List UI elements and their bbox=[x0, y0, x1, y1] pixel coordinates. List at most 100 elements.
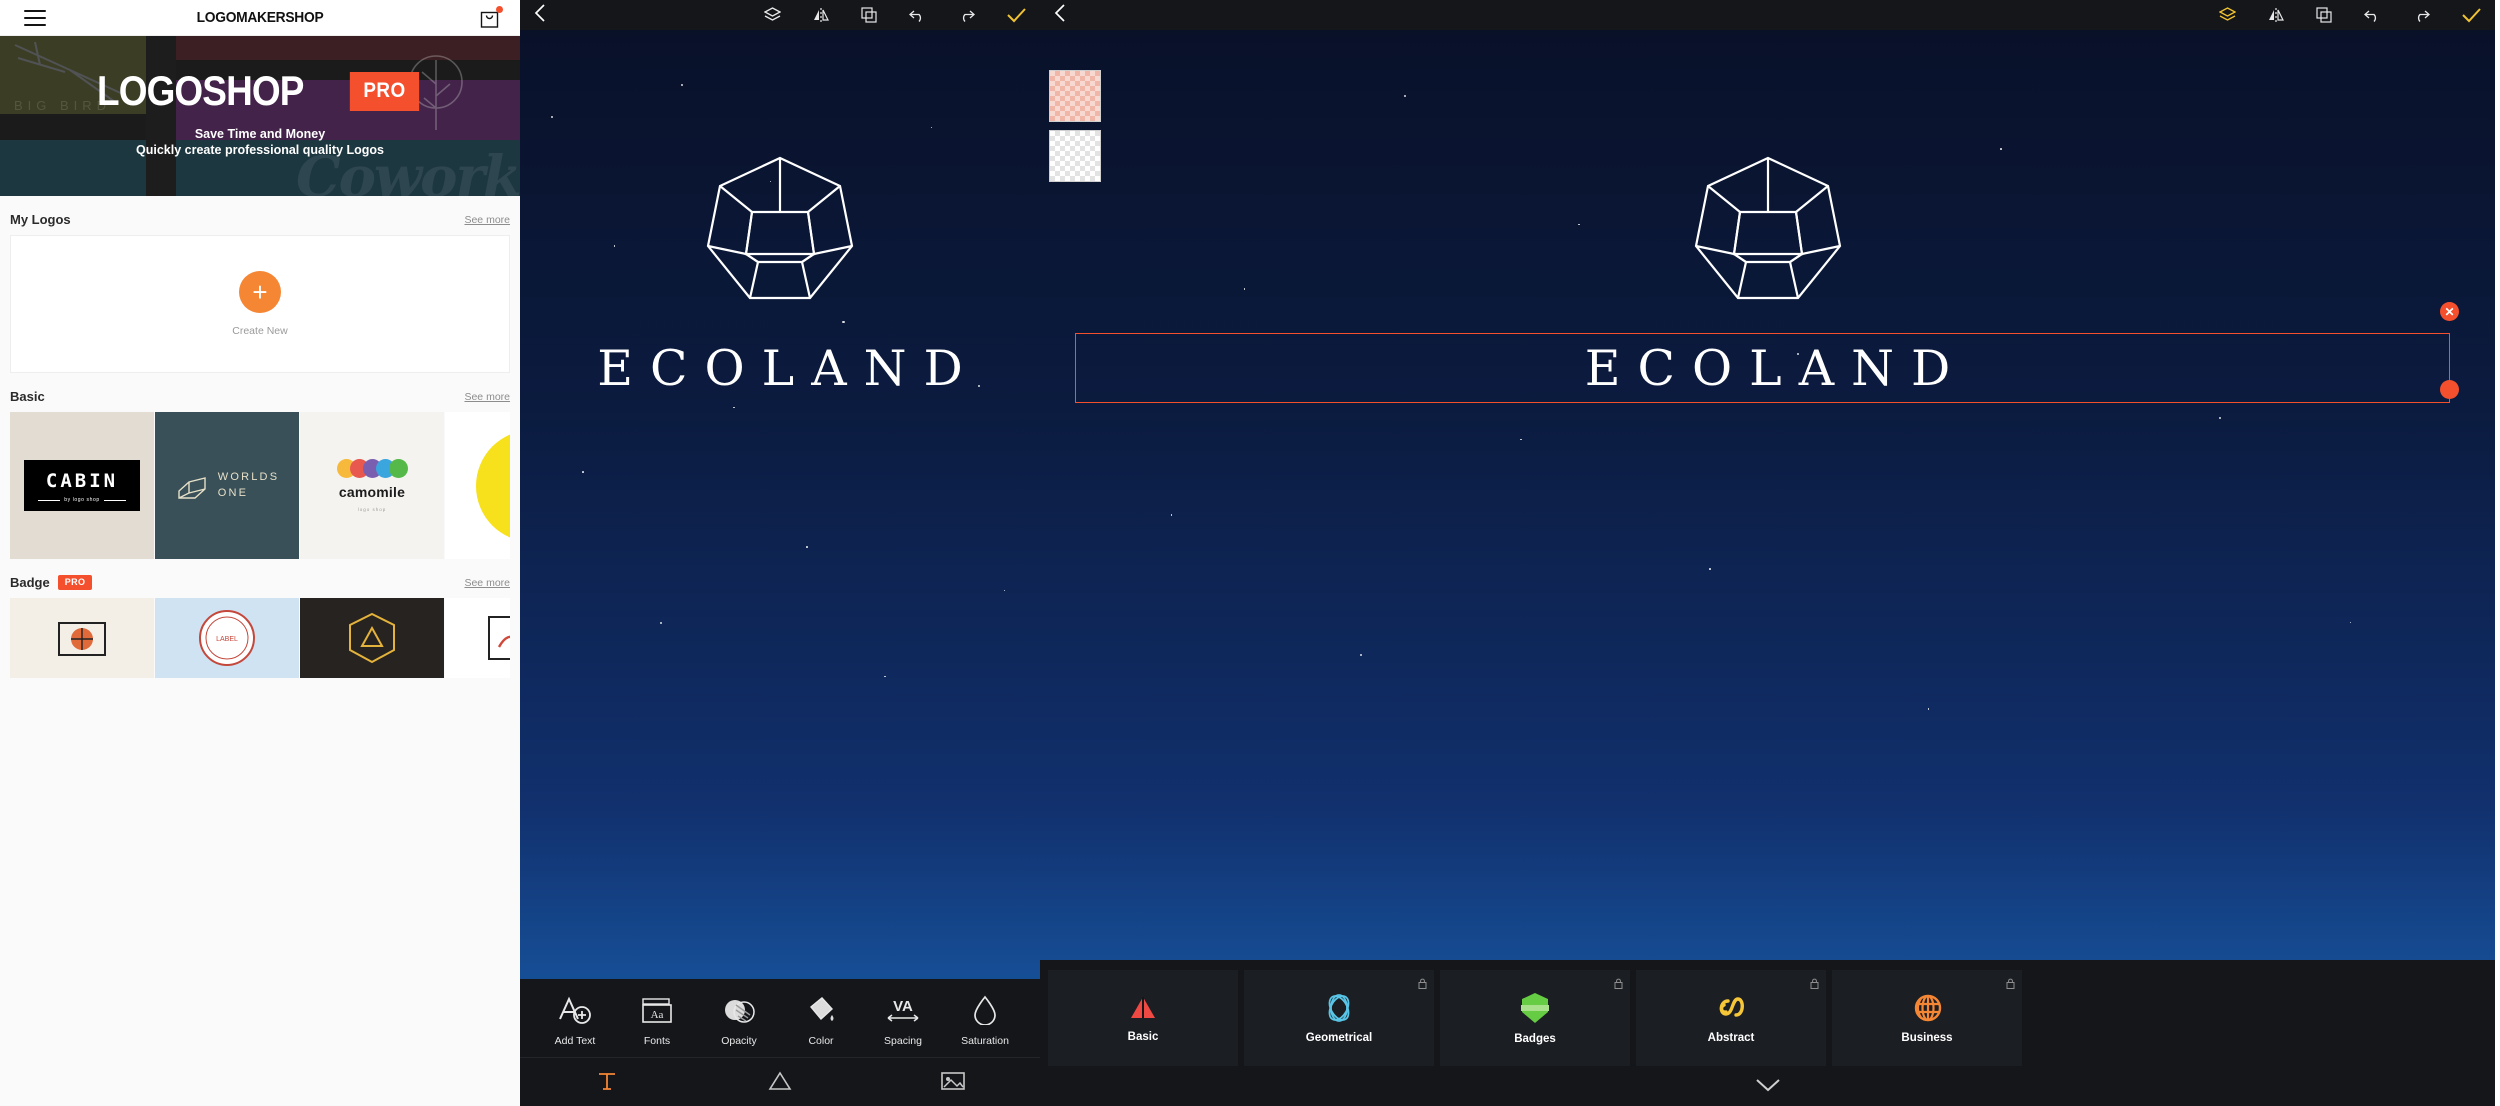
template-card-badge-1[interactable] bbox=[10, 598, 154, 678]
tool-more[interactable]: Be bbox=[1026, 995, 1040, 1047]
category-label: Basic bbox=[1127, 1030, 1159, 1043]
see-more-basic[interactable]: See more bbox=[464, 391, 510, 403]
banner-tile-label: BIG BIRD bbox=[14, 98, 112, 113]
check-icon[interactable] bbox=[2462, 7, 2481, 23]
logo-wordmark[interactable]: ECOLAND bbox=[520, 340, 1040, 397]
tool-add-text[interactable]: Add Text bbox=[534, 995, 616, 1047]
editor-canvas[interactable]: ECOLAND ✕ bbox=[1040, 30, 2495, 1106]
see-more-badge[interactable]: See more bbox=[464, 577, 510, 589]
tool-label: Add Text bbox=[554, 1035, 596, 1047]
redo-icon[interactable] bbox=[2413, 8, 2430, 22]
flip-icon[interactable] bbox=[813, 7, 829, 23]
swatch-transparent-pattern[interactable] bbox=[1049, 130, 1101, 182]
template-card-badge-2[interactable]: LABEL bbox=[155, 598, 299, 678]
create-new-card[interactable]: + Create New bbox=[10, 235, 510, 373]
category-row: Basic Geometrical Badges Abstract Busine… bbox=[1040, 960, 2495, 1066]
tool-opacity[interactable]: Opacity bbox=[698, 997, 780, 1047]
template-card-worlds-one[interactable]: WORLDS ONE bbox=[155, 412, 299, 559]
lock-icon bbox=[1418, 976, 1427, 994]
editor-panel-categories: ECOLAND ✕ Basic Geometrical Badges Abstr… bbox=[1040, 0, 2495, 1106]
section-title-wrap: Badge PRO bbox=[10, 575, 93, 590]
undo-icon[interactable] bbox=[909, 8, 926, 22]
tool-label: Color bbox=[808, 1035, 834, 1047]
tool-strip: Add Text Aa Fonts Opacity Color VA Spaci… bbox=[520, 979, 1040, 1057]
swatch-list bbox=[1049, 70, 1101, 182]
app-brand-title: LOGOMAKERSHOP bbox=[196, 9, 324, 26]
editor-toolbar-top bbox=[520, 0, 1040, 30]
tool-label: Opacity bbox=[721, 1035, 757, 1047]
tool-color[interactable]: Color bbox=[780, 997, 862, 1047]
sub-tool-strip bbox=[520, 1057, 1040, 1106]
logo-shape-icon[interactable] bbox=[700, 150, 860, 310]
editor-panel-text-tools: ECOLAND Add Text Aa Fonts Opacity Color … bbox=[520, 0, 1040, 1106]
section-my-logos: My Logos See more + Create New bbox=[0, 196, 520, 373]
shopping-bag-icon[interactable] bbox=[479, 6, 503, 28]
template-card-cabin[interactable]: CABIN by logo shop bbox=[10, 412, 154, 559]
redo-icon[interactable] bbox=[958, 8, 975, 22]
sub-tool-text[interactable] bbox=[520, 1058, 693, 1106]
section-badge: Badge PRO See more LABEL bbox=[0, 559, 520, 678]
selection-box[interactable] bbox=[1075, 333, 2450, 403]
app-header: LOGOMAKERSHOP bbox=[0, 0, 520, 36]
banner-tile-hardwood: Cowork bbox=[176, 36, 520, 196]
banner-script-deco: Cowork bbox=[296, 144, 520, 196]
tool-saturation[interactable]: Saturation bbox=[944, 995, 1026, 1047]
create-new-label: Create New bbox=[232, 325, 288, 337]
tool-fonts[interactable]: Aa Fonts bbox=[616, 997, 698, 1047]
category-panel: Basic Geometrical Badges Abstract Busine… bbox=[1040, 960, 2495, 1106]
resize-handle-icon[interactable] bbox=[2440, 380, 2459, 399]
home-panel: LOGOMAKERSHOP BIG BIRD Cowork LOGOSHOP P… bbox=[0, 0, 520, 1106]
template-card-badge-3[interactable] bbox=[300, 598, 444, 678]
duplicate-icon[interactable] bbox=[861, 7, 877, 23]
duplicate-icon[interactable] bbox=[2316, 7, 2332, 23]
chevron-left-icon[interactable] bbox=[1054, 3, 1076, 28]
template-name: camomile bbox=[338, 484, 406, 500]
check-icon[interactable] bbox=[1007, 7, 1026, 23]
close-icon[interactable]: ✕ bbox=[2440, 302, 2459, 321]
section-title: Basic bbox=[10, 389, 45, 404]
editor-canvas[interactable]: ECOLAND bbox=[520, 30, 1040, 1106]
category-basic[interactable]: Basic bbox=[1048, 970, 1238, 1066]
category-business[interactable]: Business bbox=[1832, 970, 2022, 1066]
tool-label: Spacing bbox=[884, 1035, 922, 1047]
svg-text:LABEL: LABEL bbox=[216, 636, 238, 643]
promo-banner[interactable]: BIG BIRD Cowork bbox=[0, 36, 520, 196]
badge-template-row: LABEL bbox=[10, 598, 510, 678]
section-pro-badge: PRO bbox=[57, 575, 93, 590]
undo-icon[interactable] bbox=[2364, 8, 2381, 22]
section-title: My Logos bbox=[10, 212, 71, 227]
tool-label: Saturation bbox=[961, 1035, 1009, 1047]
cart-badge-dot bbox=[496, 6, 503, 13]
template-card-camomile[interactable]: camomile logo shop bbox=[300, 412, 444, 559]
banner-divider bbox=[146, 36, 176, 196]
layers-icon[interactable] bbox=[2219, 7, 2236, 23]
svg-text:VA: VA bbox=[893, 998, 913, 1015]
swatch-pink-pattern[interactable] bbox=[1049, 70, 1101, 122]
template-sub: logo shop bbox=[357, 507, 387, 512]
tool-label: Fonts bbox=[643, 1035, 671, 1047]
sub-tool-image[interactable] bbox=[867, 1058, 1040, 1106]
chevron-left-icon[interactable] bbox=[534, 3, 556, 28]
template-name-line1: WORLDS bbox=[217, 470, 280, 483]
basic-template-row: CABIN by logo shop WORLDS ONE camomile l… bbox=[10, 412, 510, 559]
editor-bottom-toolbar: Add Text Aa Fonts Opacity Color VA Spaci… bbox=[520, 979, 1040, 1106]
camomile-dots-icon bbox=[336, 459, 408, 478]
svg-text:Aa: Aa bbox=[651, 1009, 664, 1021]
lock-icon bbox=[2006, 976, 2015, 994]
category-geometrical[interactable]: Geometrical bbox=[1244, 970, 1434, 1066]
sub-tool-shape[interactable] bbox=[693, 1058, 866, 1106]
layers-icon[interactable] bbox=[764, 7, 781, 23]
plus-icon[interactable]: + bbox=[239, 271, 281, 313]
logo-shape-icon[interactable] bbox=[1688, 150, 1848, 310]
category-abstract[interactable]: Abstract bbox=[1636, 970, 1826, 1066]
chevron-down-icon[interactable] bbox=[1040, 1066, 2495, 1106]
see-more-my-logos[interactable]: See more bbox=[464, 214, 510, 226]
category-badges[interactable]: Badges bbox=[1440, 970, 1630, 1066]
template-card-fe[interactable]: ★ FE 08 bbox=[445, 412, 510, 559]
flip-icon[interactable] bbox=[2268, 7, 2284, 23]
template-card-badge-4[interactable] bbox=[445, 598, 510, 678]
tool-spacing[interactable]: VA Spacing bbox=[862, 997, 944, 1047]
template-sub: by logo shop bbox=[64, 497, 100, 503]
category-label: Badges bbox=[1514, 1032, 1556, 1045]
section-title: Badge bbox=[10, 575, 50, 590]
